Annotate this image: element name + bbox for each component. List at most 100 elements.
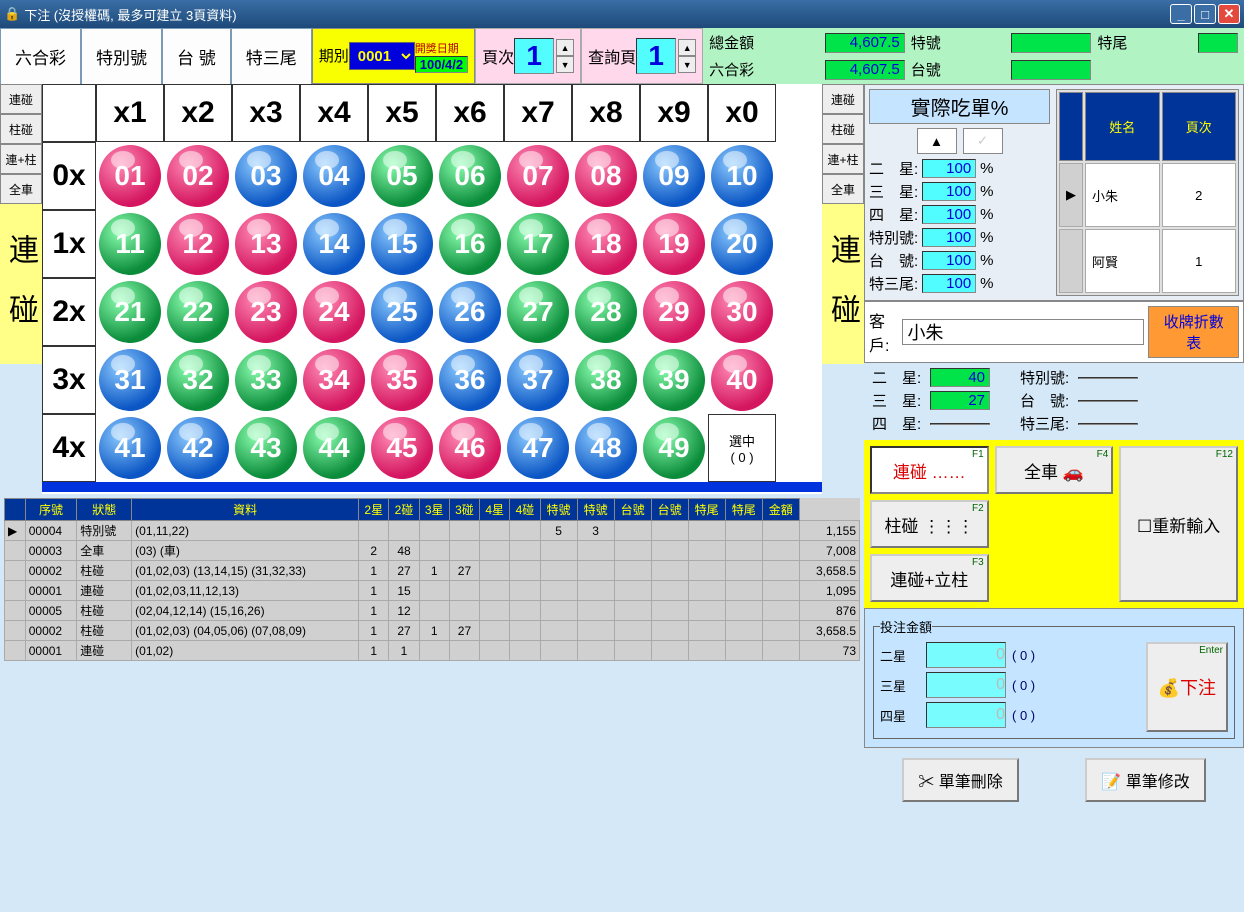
- ball-46[interactable]: 46: [439, 417, 501, 479]
- side-tall-right[interactable]: 連碰: [822, 204, 864, 364]
- discount-table-button[interactable]: 收牌折數表: [1148, 306, 1239, 358]
- side-lian[interactable]: 連碰: [0, 84, 42, 114]
- ball-49[interactable]: 49: [643, 417, 705, 479]
- customer-input[interactable]: [902, 319, 1144, 345]
- table-row[interactable]: ▶00004特別號(01,11,22)531,155: [5, 521, 860, 541]
- mode-0[interactable]: F1連碰 ……: [870, 446, 989, 494]
- row-1x[interactable]: 1x: [42, 210, 96, 278]
- period-select[interactable]: 0001: [349, 42, 415, 70]
- ball-29[interactable]: 29: [643, 281, 705, 343]
- ball-34[interactable]: 34: [303, 349, 365, 411]
- ball-36[interactable]: 36: [439, 349, 501, 411]
- page-up[interactable]: ▲: [556, 39, 574, 56]
- ball-26[interactable]: 26: [439, 281, 501, 343]
- table-row[interactable]: 00002柱碰(01,02,03) (04,05,06) (07,08,09)1…: [5, 621, 860, 641]
- row-0x[interactable]: 0x: [42, 142, 96, 210]
- ball-25[interactable]: 25: [371, 281, 433, 343]
- ball-33[interactable]: 33: [235, 349, 297, 411]
- query-up[interactable]: ▲: [678, 39, 696, 56]
- ball-39[interactable]: 39: [643, 349, 705, 411]
- tab-tail3[interactable]: 特三尾: [231, 28, 312, 84]
- ball-01[interactable]: 01: [99, 145, 161, 207]
- ball-14[interactable]: 14: [303, 213, 365, 275]
- ball-47[interactable]: 47: [507, 417, 569, 479]
- side-zhu[interactable]: 柱碰: [0, 114, 42, 144]
- side-all[interactable]: 全車: [0, 174, 42, 204]
- side2-lianzhu[interactable]: 連+柱: [822, 144, 864, 174]
- side2-zhu[interactable]: 柱碰: [822, 114, 864, 144]
- ball-28[interactable]: 28: [575, 281, 637, 343]
- ball-44[interactable]: 44: [303, 417, 365, 479]
- ball-22[interactable]: 22: [167, 281, 229, 343]
- tab-tai[interactable]: 台 號: [162, 28, 231, 84]
- ball-15[interactable]: 15: [371, 213, 433, 275]
- ball-42[interactable]: 42: [167, 417, 229, 479]
- table-row[interactable]: 00001連碰(01,02)1173: [5, 641, 860, 661]
- col-x4[interactable]: x4: [300, 84, 368, 142]
- ball-21[interactable]: 21: [99, 281, 161, 343]
- ball-18[interactable]: 18: [575, 213, 637, 275]
- eat-check-button[interactable]: ✓: [963, 128, 1003, 154]
- col-x2[interactable]: x2: [164, 84, 232, 142]
- page-input[interactable]: [514, 38, 554, 74]
- row-3x[interactable]: 3x: [42, 346, 96, 414]
- ball-27[interactable]: 27: [507, 281, 569, 343]
- row-4x[interactable]: 4x: [42, 414, 96, 482]
- ball-17[interactable]: 17: [507, 213, 569, 275]
- ball-37[interactable]: 37: [507, 349, 569, 411]
- col-x8[interactable]: x8: [572, 84, 640, 142]
- ball-02[interactable]: 02: [167, 145, 229, 207]
- side2-lian[interactable]: 連碰: [822, 84, 864, 114]
- ball-11[interactable]: 11: [99, 213, 161, 275]
- side-lianzhu[interactable]: 連+柱: [0, 144, 42, 174]
- mode-2[interactable]: F2柱碰 ⋮⋮⋮: [870, 500, 989, 548]
- query-input[interactable]: [636, 38, 676, 74]
- table-row[interactable]: 00005柱碰(02,04,12,14) (15,16,26)112876: [5, 601, 860, 621]
- delete-row-button[interactable]: ✂ 單筆刪除: [902, 758, 1018, 802]
- col-x7[interactable]: x7: [504, 84, 572, 142]
- reinput-button[interactable]: F12☐重新輸入: [1119, 446, 1238, 602]
- side2-all[interactable]: 全車: [822, 174, 864, 204]
- maximize-button[interactable]: □: [1194, 4, 1216, 24]
- col-x9[interactable]: x9: [640, 84, 708, 142]
- ball-23[interactable]: 23: [235, 281, 297, 343]
- ball-41[interactable]: 41: [99, 417, 161, 479]
- ball-43[interactable]: 43: [235, 417, 297, 479]
- ball-19[interactable]: 19: [643, 213, 705, 275]
- ball-31[interactable]: 31: [99, 349, 161, 411]
- ball-32[interactable]: 32: [167, 349, 229, 411]
- ball-38[interactable]: 38: [575, 349, 637, 411]
- customer-table[interactable]: 姓名頁次▶小朱2阿賢1: [1056, 89, 1239, 296]
- side-tall-left[interactable]: 連碰: [0, 204, 42, 364]
- col-x5[interactable]: x5: [368, 84, 436, 142]
- page-down[interactable]: ▼: [556, 56, 574, 73]
- ball-04[interactable]: 04: [303, 145, 365, 207]
- close-button[interactable]: ✕: [1218, 4, 1240, 24]
- ball-48[interactable]: 48: [575, 417, 637, 479]
- col-x1[interactable]: x1: [96, 84, 164, 142]
- query-down[interactable]: ▼: [678, 56, 696, 73]
- table-row[interactable]: 00001連碰(01,02,03,11,12,13)1151,095: [5, 581, 860, 601]
- row-2x[interactable]: 2x: [42, 278, 96, 346]
- ball-24[interactable]: 24: [303, 281, 365, 343]
- ball-13[interactable]: 13: [235, 213, 297, 275]
- col-x0[interactable]: x0: [708, 84, 776, 142]
- bet-三星[interactable]: [926, 672, 1006, 698]
- bet-四星[interactable]: [926, 702, 1006, 728]
- ball-12[interactable]: 12: [167, 213, 229, 275]
- ball-35[interactable]: 35: [371, 349, 433, 411]
- submit-bet-button[interactable]: Enter 💰下注: [1146, 642, 1228, 732]
- bet-二星[interactable]: [926, 642, 1006, 668]
- mode-1[interactable]: F4全車 🚗: [995, 446, 1114, 494]
- ball-40[interactable]: 40: [711, 349, 773, 411]
- tab-lhc[interactable]: 六合彩: [0, 28, 81, 84]
- eat-up-button[interactable]: ▲: [917, 128, 957, 154]
- col-x3[interactable]: x3: [232, 84, 300, 142]
- ball-30[interactable]: 30: [711, 281, 773, 343]
- mode-4[interactable]: F3連碰+立柱: [870, 554, 989, 602]
- tab-special[interactable]: 特別號: [81, 28, 162, 84]
- modify-row-button[interactable]: 📝 單筆修改: [1085, 758, 1205, 802]
- ball-07[interactable]: 07: [507, 145, 569, 207]
- ball-16[interactable]: 16: [439, 213, 501, 275]
- ball-45[interactable]: 45: [371, 417, 433, 479]
